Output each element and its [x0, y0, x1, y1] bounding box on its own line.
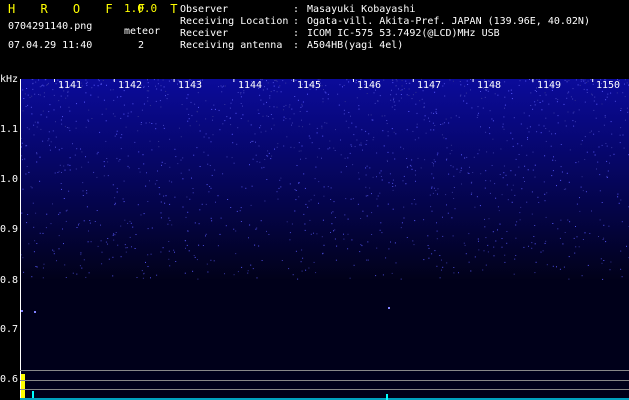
y-tick-label: 0.7 [0, 324, 19, 335]
info-value: ICOM IC-575 53.7492(@LCD)MHz USB [307, 28, 500, 39]
header-panel: H R O F F T 1.0.0 0704291140.png meteor … [0, 0, 629, 62]
info-key: Receiving antenna [180, 40, 283, 51]
info-key: Receiving Location [180, 16, 289, 27]
app-title: H R O F F T [8, 2, 187, 16]
x-tick-label: 1143 [178, 80, 203, 91]
y-tick-label: 1.0 [0, 174, 19, 185]
x-tick-label: 1148 [477, 80, 502, 91]
spectrogram-plot [20, 79, 629, 400]
x-tick-label: 1145 [297, 80, 322, 91]
station-info: Observer: Masayuki Kobayashi Receiving L… [180, 4, 590, 52]
info-row-location: Receiving Location: Ogata-vill. Akita-Pr… [180, 16, 590, 27]
info-row-observer: Observer: Masayuki Kobayashi [180, 4, 416, 15]
info-key: Observer [180, 4, 229, 15]
y-tick-label: 1.1 [0, 124, 19, 135]
y-axis-unit: kHz [0, 74, 19, 85]
x-tick-label: 1141 [58, 80, 83, 91]
x-tick-label: 1150 [596, 80, 621, 91]
baseline-rule [20, 380, 629, 381]
info-row-receiver: Receiver: ICOM IC-575 53.7492(@LCD)MHz U… [180, 28, 500, 39]
info-row-antenna: Receiving antenna: A504HB(yagi 4el) [180, 40, 404, 51]
x-tick-label: 1144 [238, 80, 263, 91]
info-value: Masayuki Kobayashi [307, 4, 416, 15]
info-value: Ogata-vill. Akita-Pref. JAPAN (139.96E, … [307, 16, 590, 27]
spectrogram-canvas [20, 79, 629, 400]
y-tick-label: 0.6 [0, 374, 19, 385]
info-key: Receiver [180, 28, 229, 39]
meteor-label: meteor [124, 26, 161, 37]
meteor-count: 2 [138, 40, 145, 51]
x-tick-label: 1142 [118, 80, 143, 91]
baseline-rule [20, 370, 629, 371]
y-tick-label: 0.8 [0, 275, 19, 286]
date-time: 07.04.29 11:40 [8, 40, 93, 51]
x-tick-label: 1147 [417, 80, 442, 91]
baseline-rule [20, 389, 629, 390]
app-version: 1.0.0 [124, 2, 158, 15]
info-value: A504HB(yagi 4el) [307, 40, 404, 51]
file-name: 0704291140.png [8, 21, 93, 32]
x-tick-label: 1146 [357, 80, 382, 91]
x-tick-label: 1149 [537, 80, 562, 91]
y-tick-label: 0.9 [0, 224, 19, 235]
